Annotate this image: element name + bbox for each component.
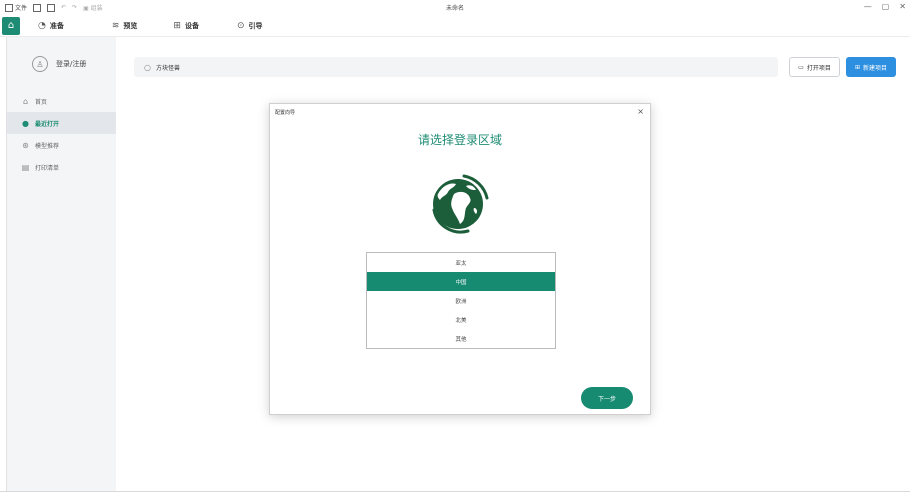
region-list: 亚太 中国 欧洲 北美 其他 xyxy=(366,252,556,349)
menu-prepare-label: 准备 xyxy=(49,21,64,30)
menu-bar: ⌂ ◔ 准备 ≋ 预览 ⊞ 设备 ⊙ 引导 xyxy=(0,15,910,37)
new-project-label: 新建项目 xyxy=(863,64,888,72)
compass-icon: ⊙ xyxy=(236,20,245,31)
dialog-close-icon[interactable]: × xyxy=(637,107,644,116)
open-project-button[interactable]: ▭ 打开项目 xyxy=(789,57,840,77)
save-icon[interactable] xyxy=(33,3,42,12)
sidebar-item-home[interactable]: ⌂ 首页 xyxy=(7,90,116,112)
assemble-button[interactable]: ▣ 组装 xyxy=(83,3,103,12)
undo-icon[interactable]: ↶ xyxy=(61,4,66,11)
folder-icon: ▭ xyxy=(798,63,804,71)
list-icon: ▤ xyxy=(21,162,30,172)
sidebar-item-label: 打印清单 xyxy=(35,164,60,172)
region-option-apac[interactable]: 亚太 xyxy=(367,253,555,272)
menu-preview[interactable]: ≋ 预览 xyxy=(112,21,138,31)
config-wizard-dialog: 配置向导 × 请选择登录区域 亚太 中国 欧洲 北美 其他 下一步 xyxy=(269,103,651,415)
layers-icon: ≋ xyxy=(111,20,120,31)
sidebar-item-models[interactable]: ⊛ 模型推荐 xyxy=(7,134,116,156)
menu-prepare[interactable]: ◔ 准备 xyxy=(38,21,64,31)
menu-preview-label: 预览 xyxy=(123,21,138,30)
login-register-button[interactable]: ♙ 登录/注册 xyxy=(32,56,86,72)
quick-toolbar: 文件 ↶ ↷ ▣ 组装 xyxy=(0,3,103,12)
user-icon: ♙ xyxy=(32,56,48,72)
region-option-other[interactable]: 其他 xyxy=(367,329,555,348)
sidebar-item-recent[interactable]: ● 最近打开 xyxy=(7,112,116,134)
region-option-china[interactable]: 中国 xyxy=(367,272,555,291)
login-label: 登录/注册 xyxy=(56,60,87,68)
next-button[interactable]: 下一步 xyxy=(581,387,633,409)
sidebar-item-label: 首页 xyxy=(35,98,48,106)
plus-icon: ⊞ xyxy=(854,63,860,71)
title-bar: 文件 ↶ ↷ ▣ 组装 未命名 — ▢ ✕ xyxy=(0,0,910,15)
sidebar-item-print-list[interactable]: ▤ 打印清单 xyxy=(7,156,116,178)
new-project-button[interactable]: ⊞ 新建项目 xyxy=(846,57,896,77)
open-project-label: 打开项目 xyxy=(806,64,831,72)
file-menu-label: 文件 xyxy=(15,5,28,12)
home-outline-icon: ⌂ xyxy=(22,96,29,106)
region-option-europe[interactable]: 欧洲 xyxy=(367,291,555,310)
maximize-icon[interactable]: ▢ xyxy=(882,2,890,11)
menu-device[interactable]: ⊞ 设备 xyxy=(173,21,199,31)
bottom-divider xyxy=(0,491,910,492)
assemble-icon: ▣ xyxy=(83,5,89,12)
region-option-north-america[interactable]: 北美 xyxy=(367,310,555,329)
sidebar-item-label: 最近打开 xyxy=(35,120,60,128)
close-icon[interactable]: ✕ xyxy=(899,2,906,11)
save-as-icon[interactable] xyxy=(47,3,56,12)
menu-guide-label: 引导 xyxy=(248,21,263,30)
window-title: 未命名 xyxy=(445,5,464,12)
file-icon xyxy=(5,3,13,12)
dialog-title: 配置向导 xyxy=(275,110,296,116)
sidebar-nav: ⌂ 首页 ● 最近打开 ⊛ 模型推荐 ▤ 打印清单 xyxy=(7,90,116,178)
search-text: 方块怪兽 xyxy=(155,64,180,72)
app-window: 文件 ↶ ↷ ▣ 组装 未命名 — ▢ ✕ ⌂ ◔ 准备 ≋ 预览 ⊞ 设备 ⊙… xyxy=(0,0,910,495)
search-icon: ○ xyxy=(144,62,151,72)
globe-icon xyxy=(432,174,489,234)
menu-device-label: 设备 xyxy=(184,21,199,30)
device-icon: ⊞ xyxy=(173,20,181,31)
window-controls: — ▢ ✕ xyxy=(864,2,906,11)
home-icon: ⌂ xyxy=(7,20,15,31)
file-menu[interactable]: 文件 xyxy=(5,3,27,12)
menu-guide[interactable]: ⊙ 引导 xyxy=(237,21,263,31)
dialog-heading: 请选择登录区域 xyxy=(417,133,502,147)
sidebar-item-label: 模型推荐 xyxy=(35,142,60,150)
search-input[interactable]: ○ 方块怪兽 xyxy=(134,57,778,77)
redo-icon[interactable]: ↷ xyxy=(72,4,77,11)
home-button[interactable]: ⌂ xyxy=(2,16,20,35)
sidebar: ♙ 登录/注册 ⌂ 首页 ● 最近打开 ⊛ 模型推荐 ▤ 打印清单 xyxy=(7,37,116,491)
star-icon: ⊛ xyxy=(22,140,29,150)
dot-icon: ● xyxy=(22,118,29,128)
minimize-icon[interactable]: — xyxy=(864,2,872,11)
clock-icon: ◔ xyxy=(38,20,46,31)
assemble-label: 组装 xyxy=(90,5,103,12)
